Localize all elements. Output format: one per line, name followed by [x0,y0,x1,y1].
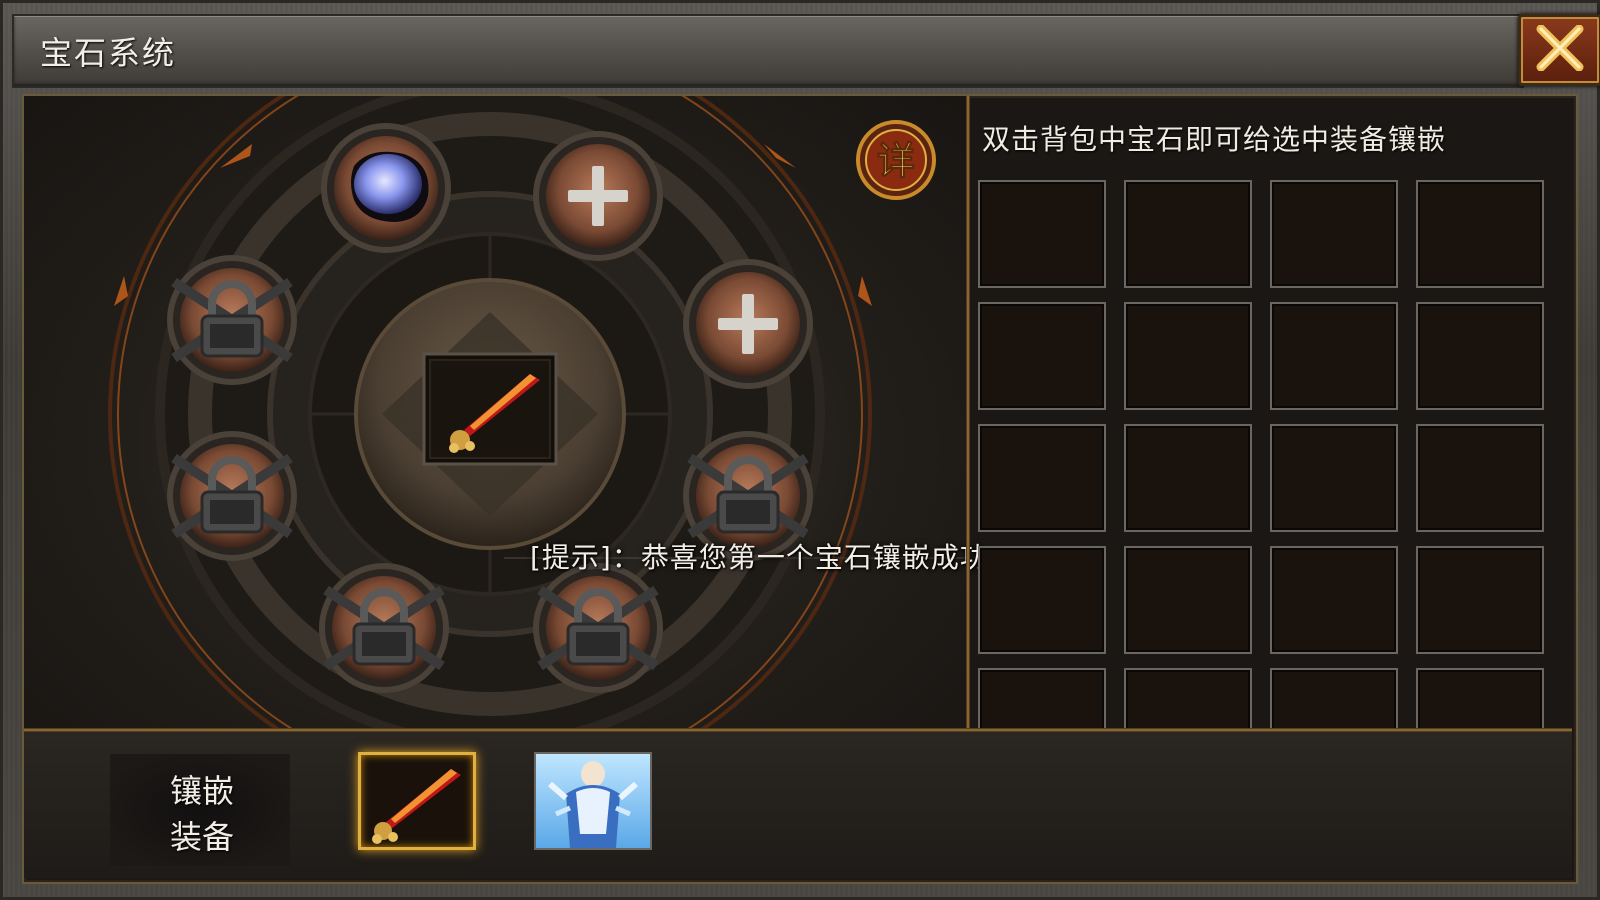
bag-slot[interactable] [1416,424,1544,532]
panel-divider [966,96,970,730]
socket-2-empty[interactable] [533,131,663,261]
bag-slot[interactable] [978,668,1106,728]
socket-5-locked [167,431,297,561]
equip-slot-sword-selected[interactable] [358,752,476,850]
bag-slot[interactable] [1416,180,1544,288]
bag-slot[interactable] [1270,668,1398,728]
bag-slot[interactable] [978,546,1106,654]
bag-slot[interactable] [1124,546,1252,654]
equip-slot-armor[interactable] [534,752,652,850]
socket-3-empty[interactable] [683,259,813,389]
blue-gem-icon [354,154,422,214]
bag-slot[interactable] [978,180,1106,288]
bag-slot[interactable] [1270,180,1398,288]
bag-slot[interactable] [1270,546,1398,654]
bag-slot[interactable] [1270,424,1398,532]
detail-button[interactable]: 详 [852,120,940,200]
sword-icon [372,769,461,844]
bag-slot[interactable] [1124,180,1252,288]
bag-slot[interactable] [1416,302,1544,410]
socket-7-locked [319,563,449,693]
armor-icon [548,761,638,848]
bag-slot[interactable] [1270,302,1398,410]
bag-slot[interactable] [1416,668,1544,728]
socket-disc [108,96,966,728]
title-bar [12,14,1524,88]
inventory-grid [978,180,1558,728]
socket-disc-panel [24,96,966,728]
inventory-hint: 双击背包中宝石即可给选中装备镶嵌 [982,123,1447,156]
socket-8-locked [533,563,663,693]
bag-slot[interactable] [978,424,1106,532]
window-title: 宝石系统 [40,34,177,72]
bag-slot[interactable] [1124,302,1252,410]
inlay-equipment-tab-label: 镶嵌 装备 [169,772,234,856]
tip-message: [提示]：恭喜您第一个宝石镶嵌成功 [530,541,989,574]
detail-icon: 详 [856,120,936,200]
socket-4-locked [167,255,297,385]
close-button[interactable] [1518,14,1600,86]
socket-1-filled[interactable] [321,123,451,253]
svg-text:详: 详 [877,139,915,183]
bag-slot[interactable] [1124,424,1252,532]
bag-slot[interactable] [1416,546,1544,654]
bag-slot[interactable] [1124,668,1252,728]
bag-slot[interactable] [978,302,1106,410]
close-x-icon [1536,25,1584,71]
